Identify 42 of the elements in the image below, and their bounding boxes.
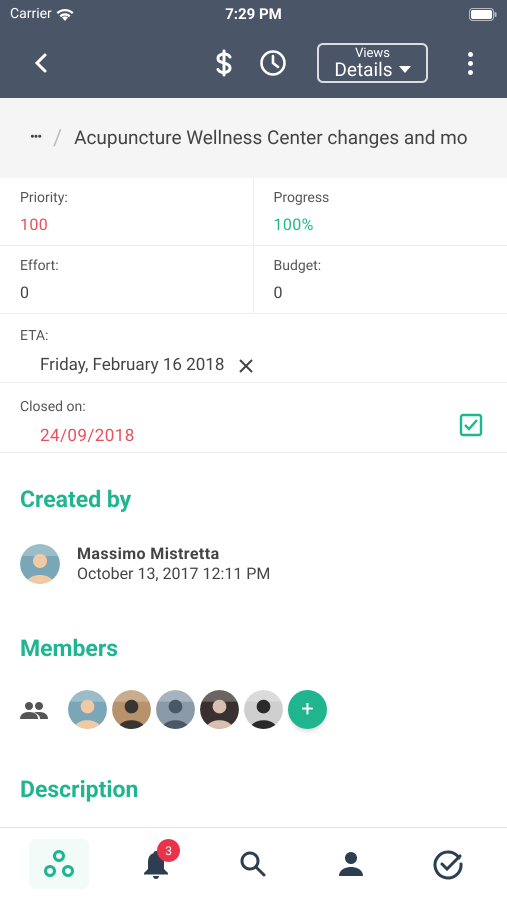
field-value: 0	[274, 282, 284, 304]
search-icon	[239, 850, 268, 878]
group-icon	[20, 700, 48, 718]
clock-button[interactable]	[259, 49, 287, 77]
chevron-left-icon	[34, 52, 48, 74]
circles-icon	[42, 849, 75, 879]
eta-date[interactable]: Friday, February 16 2018	[40, 353, 224, 378]
field-value: 100%	[274, 214, 315, 236]
dollar-button[interactable]	[215, 49, 233, 77]
clock-icon	[259, 49, 287, 77]
section-heading: Members	[20, 634, 120, 664]
clock-time: 7:29 PM	[225, 4, 282, 25]
field-label: Effort:	[20, 257, 60, 276]
field-label: Closed on:	[20, 398, 87, 417]
battery-icon	[468, 8, 497, 20]
field-label: Budget:	[274, 257, 322, 276]
breadcrumb-separator: /	[53, 124, 62, 152]
checkbox-icon	[459, 412, 483, 436]
field-label: Progress	[274, 189, 330, 208]
closed-date: 24/09/2018	[39, 425, 136, 448]
close-icon	[238, 358, 254, 374]
closed-checkbox[interactable]	[459, 412, 483, 436]
field-label: Priority:	[20, 189, 69, 208]
clear-button[interactable]	[238, 358, 254, 374]
field-value: 100	[20, 214, 50, 236]
views-dropdown[interactable]: Views Details	[317, 43, 428, 83]
dollar-icon	[215, 49, 233, 77]
section-heading: Created by	[20, 485, 132, 515]
notification-badge: 3	[157, 839, 180, 862]
tab-bar-item[interactable]: 3	[126, 839, 186, 889]
breadcrumb-ellipsis[interactable]: •••	[30, 128, 42, 148]
creator-name: Massimo Mistretta	[77, 544, 221, 564]
wifi-icon	[56, 8, 74, 20]
field-value: 0	[20, 282, 30, 304]
field-label: ETA:	[20, 327, 50, 346]
section-heading: Description	[20, 775, 140, 805]
created-date: October 13, 2017 12:11 PM	[77, 564, 270, 584]
carrier-label: Carrier	[10, 4, 52, 24]
breadcrumb-title: Acupuncture Wellness Center changes and mo	[74, 124, 468, 151]
check-circle-icon	[432, 848, 464, 880]
person-icon	[336, 850, 365, 878]
caret-icon	[398, 66, 411, 73]
